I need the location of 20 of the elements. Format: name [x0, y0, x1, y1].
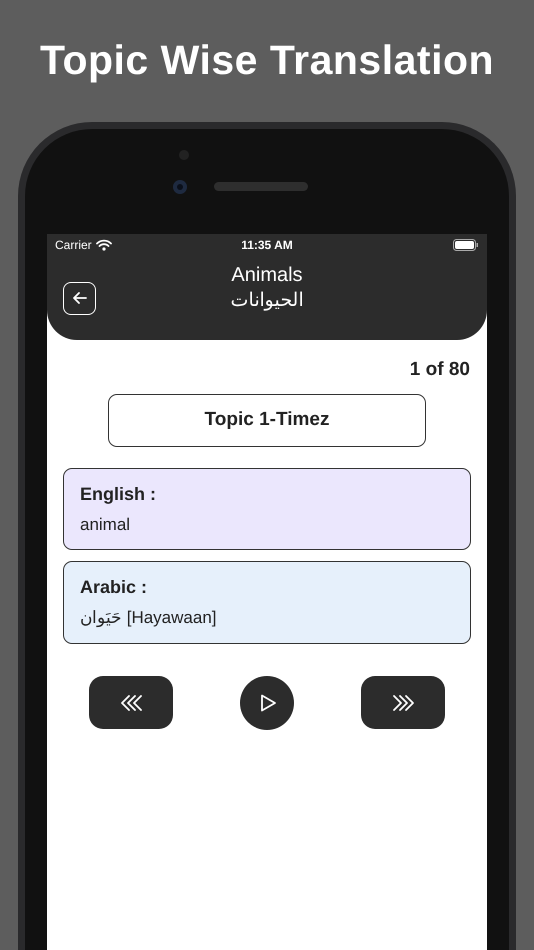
- card-value: حَيَوان [Hayawaan]: [80, 607, 216, 630]
- headline: Topic Wise Translation: [38, 36, 496, 85]
- rewind-button[interactable]: [89, 676, 173, 729]
- card-label: Arabic :: [80, 576, 148, 599]
- card-label: English :: [80, 482, 157, 506]
- screen-title: Animals: [230, 263, 304, 288]
- progress-counter: 1 of 80: [410, 358, 470, 382]
- play-button[interactable]: [240, 676, 294, 730]
- camera-icon: [172, 179, 188, 195]
- back-arrow-icon: [70, 289, 88, 307]
- status-time: 11:35 AM: [241, 237, 293, 254]
- card-value: animal: [80, 514, 130, 536]
- back-button[interactable]: [63, 282, 96, 314]
- carrier-label: Carrier: [55, 237, 92, 254]
- fast-forward-button[interactable]: [361, 676, 445, 729]
- speaker-icon: [214, 182, 308, 191]
- battery-icon: [453, 239, 479, 251]
- wifi-icon: [96, 239, 112, 251]
- screen-subtitle: الحيوانات: [230, 289, 304, 313]
- topic-title: Topic 1-Timez: [108, 394, 426, 446]
